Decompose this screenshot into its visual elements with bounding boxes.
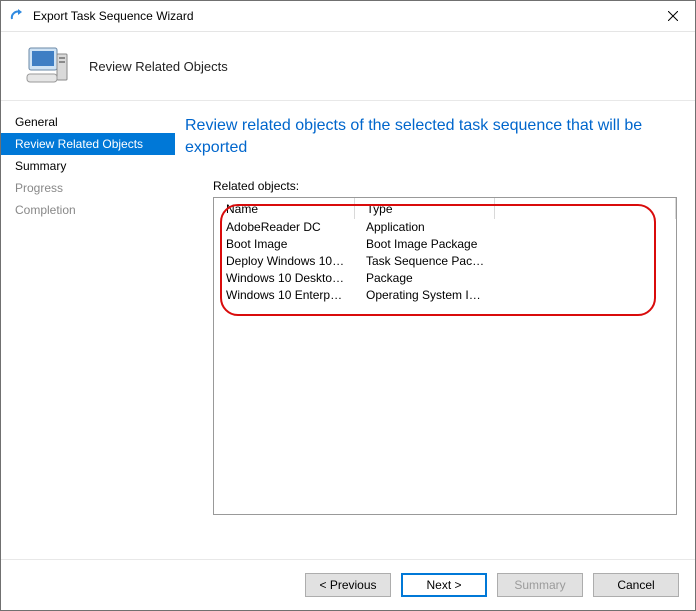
cell-name: Deploy Windows 10 21H1 bbox=[214, 253, 354, 270]
col-type[interactable]: Type bbox=[354, 198, 494, 219]
export-arrow-icon bbox=[9, 8, 25, 24]
window-title: Export Task Sequence Wizard bbox=[33, 9, 194, 23]
sidebar-item-summary[interactable]: Summary bbox=[1, 155, 175, 177]
cell-type: Operating System Image bbox=[354, 287, 494, 304]
sidebar: General Review Related Objects Summary P… bbox=[1, 101, 175, 559]
col-spacer bbox=[494, 198, 676, 219]
cell-name: Boot Image bbox=[214, 236, 354, 253]
next-button[interactable]: Next > bbox=[401, 573, 487, 597]
main-panel: Review related objects of the selected t… bbox=[175, 101, 695, 559]
titlebar: Export Task Sequence Wizard bbox=[1, 1, 695, 32]
cancel-button[interactable]: Cancel bbox=[593, 573, 679, 597]
col-name[interactable]: Name bbox=[214, 198, 354, 219]
summary-button: Summary bbox=[497, 573, 583, 597]
sidebar-item-general[interactable]: General bbox=[1, 111, 175, 133]
table-row[interactable]: Windows 10 Desktop Wallpa... Package bbox=[214, 270, 676, 287]
cell-name: AdobeReader DC bbox=[214, 219, 354, 236]
computer-icon bbox=[15, 44, 79, 88]
related-objects-list[interactable]: Name Type AdobeReader DC Application Boo bbox=[213, 197, 677, 515]
cell-type: Package bbox=[354, 270, 494, 287]
wizard-footer: < Previous Next > Summary Cancel bbox=[1, 559, 695, 610]
sidebar-item-completion: Completion bbox=[1, 199, 175, 221]
table-row[interactable]: Boot Image Boot Image Package bbox=[214, 236, 676, 253]
cell-type: Application bbox=[354, 219, 494, 236]
cell-type: Task Sequence Package bbox=[354, 253, 494, 270]
previous-button[interactable]: < Previous bbox=[305, 573, 391, 597]
page-heading: Review related objects of the selected t… bbox=[185, 115, 677, 159]
sidebar-item-review[interactable]: Review Related Objects bbox=[1, 133, 175, 155]
cell-type: Boot Image Package bbox=[354, 236, 494, 253]
table-header-row: Name Type bbox=[214, 198, 676, 219]
wizard-window: Export Task Sequence Wizard Review Relat… bbox=[0, 0, 696, 611]
table-row[interactable]: Windows 10 Enterprise Operating System I… bbox=[214, 287, 676, 304]
cell-name: Windows 10 Desktop Wallpa... bbox=[214, 270, 354, 287]
header-title: Review Related Objects bbox=[89, 59, 228, 74]
related-objects-label: Related objects: bbox=[213, 179, 677, 193]
table-row[interactable]: Deploy Windows 10 21H1 Task Sequence Pac… bbox=[214, 253, 676, 270]
related-objects-table: Name Type AdobeReader DC Application Boo bbox=[214, 198, 676, 304]
wizard-header: Review Related Objects bbox=[1, 32, 695, 101]
sidebar-item-progress: Progress bbox=[1, 177, 175, 199]
table-row[interactable]: AdobeReader DC Application bbox=[214, 219, 676, 236]
close-button[interactable] bbox=[651, 1, 695, 31]
cell-name: Windows 10 Enterprise bbox=[214, 287, 354, 304]
wizard-body: General Review Related Objects Summary P… bbox=[1, 101, 695, 559]
